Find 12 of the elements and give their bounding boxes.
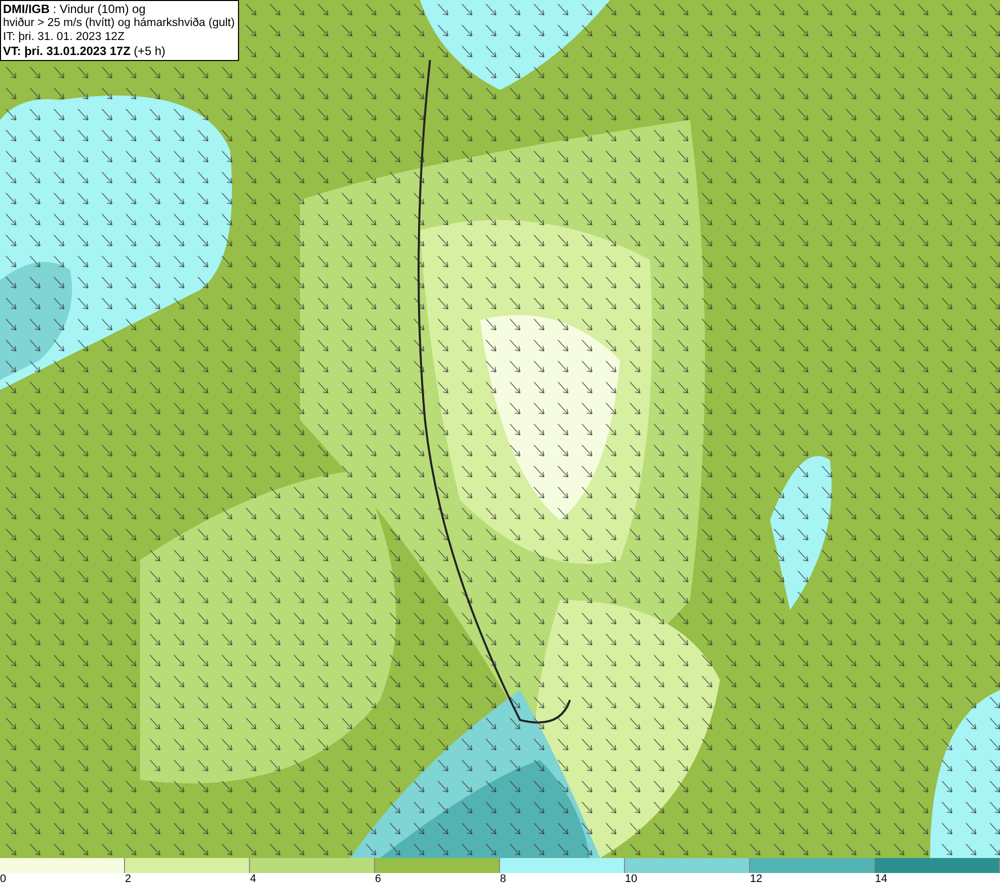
caption-line: DMI/IGB : Vindur (10m) og <box>3 2 146 16</box>
legend-label: 0 <box>0 873 6 886</box>
legend-label: 6 <box>375 873 382 886</box>
legend-label: 4 <box>250 873 256 886</box>
legend-label: 10 <box>625 873 638 886</box>
legend-label: 12 <box>750 873 762 886</box>
caption-line: VT: þri. 31.01.2023 17Z (+5 h) <box>3 44 166 58</box>
caption-line: IT: þri. 31. 01. 2023 12Z <box>3 30 126 44</box>
caption-line: hviður > 25 m/s (hvítt) og hámarkshviða (gult) <box>3 16 235 30</box>
legend-label: 8 <box>500 873 506 886</box>
legend-label: 2 <box>125 873 132 886</box>
legend-label: 14 <box>875 873 888 886</box>
